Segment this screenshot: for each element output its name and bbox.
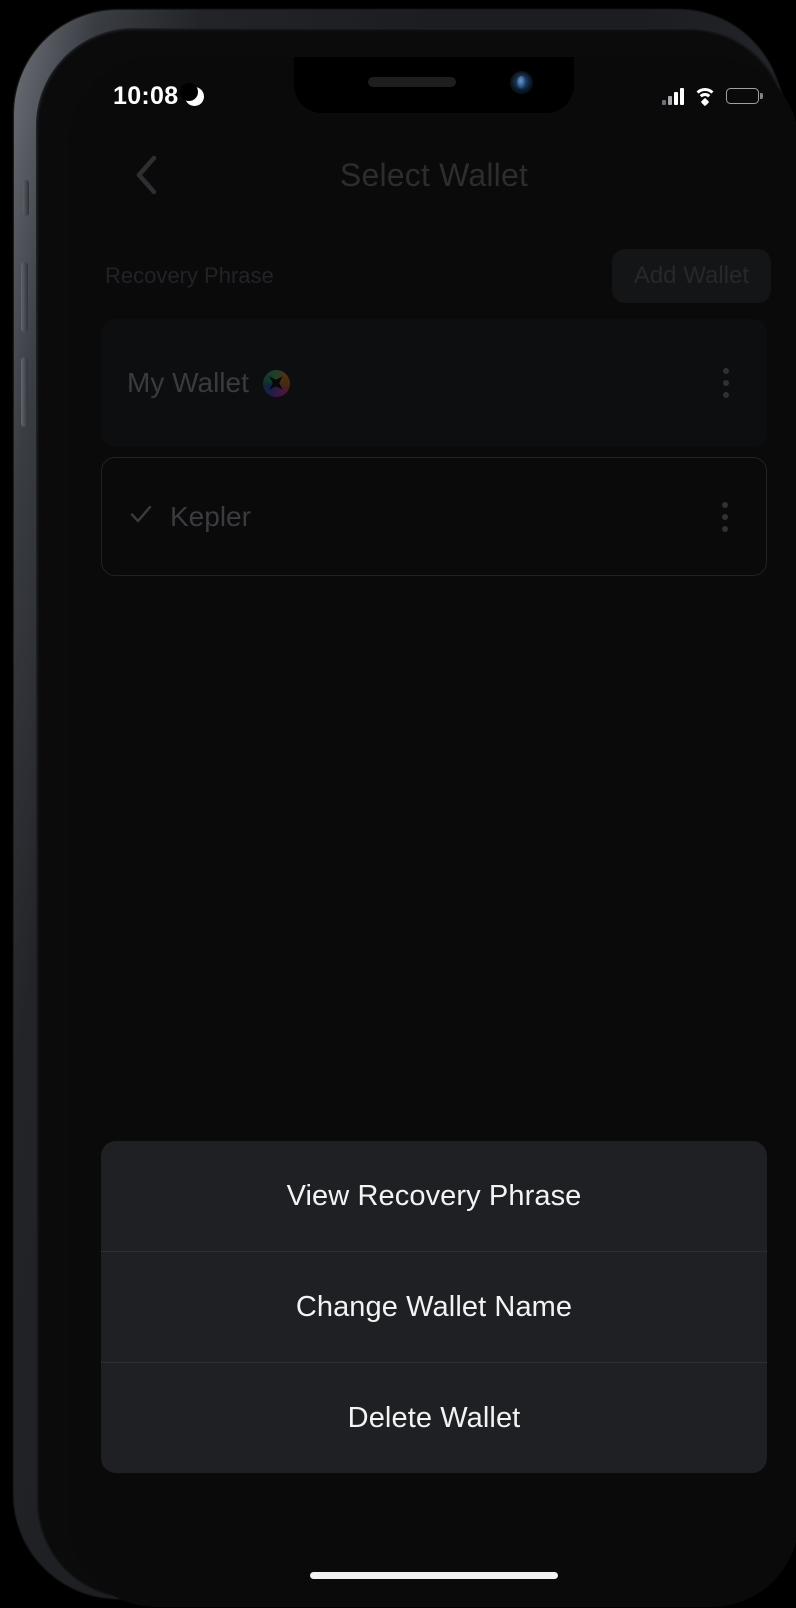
mute-switch-button[interactable]: [23, 180, 29, 216]
action-change-wallet-name[interactable]: Change Wallet Name: [101, 1252, 767, 1362]
wallet-name-label: Kepler: [170, 500, 251, 532]
screenshot-root: Select Wallet Recovery Phrase Add Wallet…: [0, 0, 796, 1608]
status-bar-left: 10:08: [113, 81, 205, 111]
wallet-list-item-my-wallet[interactable]: My Wallet: [101, 319, 767, 447]
action-delete-wallet[interactable]: Delete Wallet: [101, 1363, 767, 1473]
navigation-bar: Select Wallet: [69, 145, 796, 205]
wallet-list-item-kepler[interactable]: Kepler: [101, 457, 767, 576]
cellular-signal-icon: [662, 87, 684, 105]
front-camera: [511, 72, 532, 93]
wallet-avatar-icon: [262, 369, 290, 397]
status-time: 10:08: [113, 81, 179, 110]
wallet-name-label: My Wallet: [127, 367, 249, 398]
section-label: Recovery Phrase: [105, 263, 274, 288]
wallet-action-sheet: View Recovery Phrase Change Wallet Name …: [101, 1141, 767, 1473]
battery-icon: [726, 88, 759, 104]
add-wallet-button[interactable]: Add Wallet: [611, 249, 771, 303]
phone-screen: Select Wallet Recovery Phrase Add Wallet…: [69, 57, 796, 1607]
phone-frame: Select Wallet Recovery Phrase Add Wallet…: [14, 10, 796, 1607]
action-view-recovery-phrase[interactable]: View Recovery Phrase: [101, 1141, 767, 1251]
volume-up-button[interactable]: [21, 262, 28, 332]
wallet-row-left: My Wallet: [127, 367, 290, 399]
wifi-icon: [693, 87, 717, 106]
crescent-moon-icon: [180, 82, 205, 106]
page-title: Select Wallet: [339, 156, 529, 193]
back-button[interactable]: [125, 154, 167, 196]
earpiece-speaker: [368, 77, 456, 87]
chevron-left-icon: [133, 154, 159, 196]
kebab-menu-icon[interactable]: [711, 360, 741, 406]
wallet-row-left: Kepler: [128, 501, 251, 533]
home-indicator[interactable]: [310, 1572, 558, 1579]
device-notch: [294, 57, 574, 113]
phone-bezel: Select Wallet Recovery Phrase Add Wallet…: [36, 28, 796, 1607]
section-header: Recovery Phrase Add Wallet: [69, 245, 796, 307]
volume-down-button[interactable]: [21, 357, 28, 427]
status-bar-right: [662, 87, 759, 106]
check-icon: [128, 501, 154, 532]
kebab-menu-icon[interactable]: [710, 494, 740, 540]
